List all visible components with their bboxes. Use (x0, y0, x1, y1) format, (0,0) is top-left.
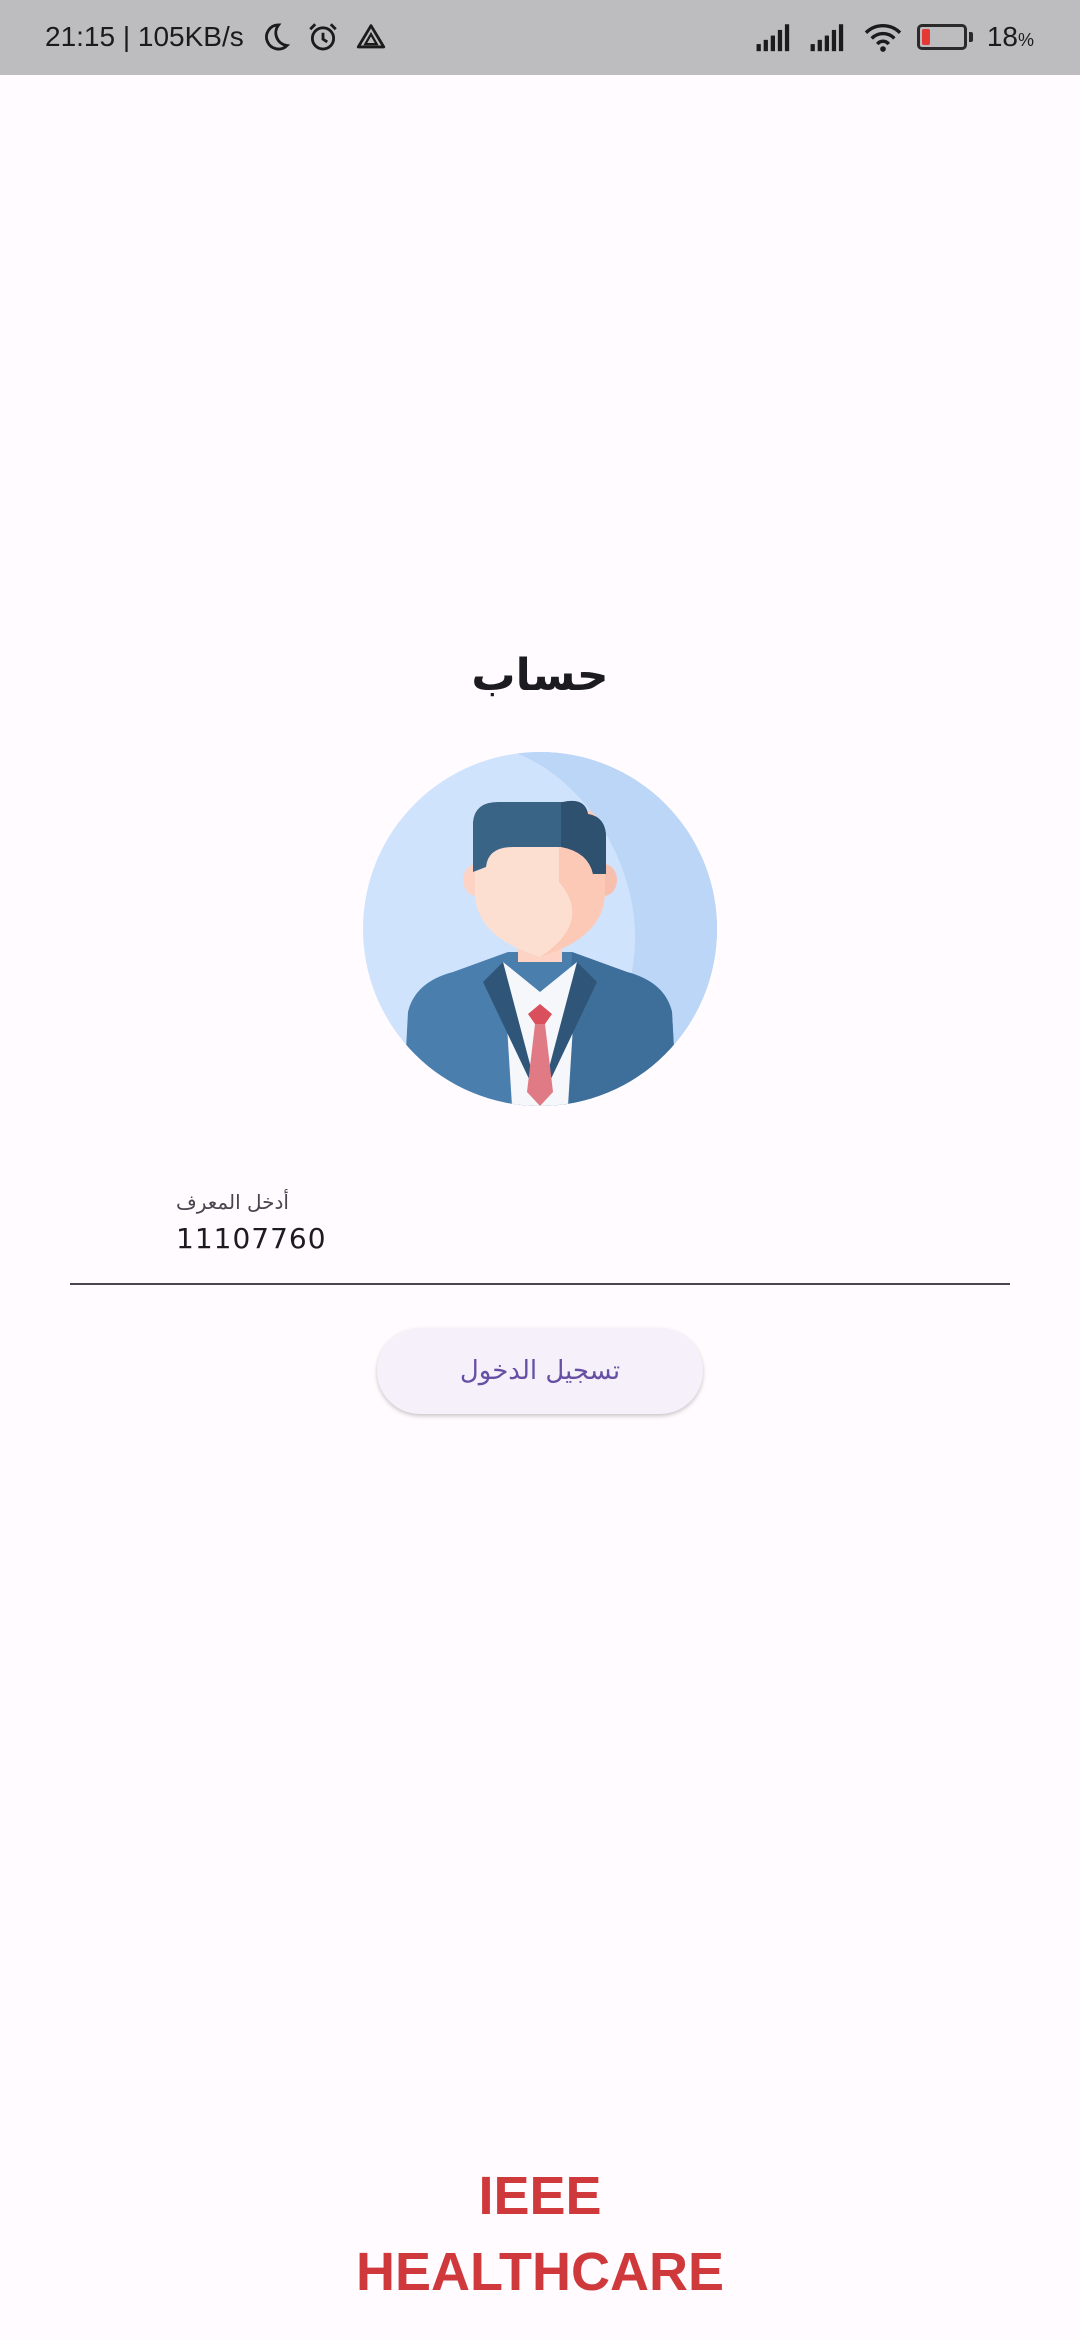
brand-line-1: IEEE (478, 2166, 602, 2226)
battery-percent-value: 18 (986, 21, 1018, 52)
brand-logo: IEEE HEALTHCARE (0, 2158, 1080, 2310)
status-bar: 21:15 | 105KB/s 18% (0, 0, 1080, 75)
signal-icon (756, 24, 789, 52)
brand-line-2: HEALTHCARE (356, 2242, 724, 2302)
user-avatar-icon (363, 752, 717, 1106)
battery-level (921, 29, 930, 45)
drive-icon (356, 24, 385, 49)
id-input-container[interactable]: أدخل المعرف (70, 1180, 1010, 1285)
battery-nub (968, 32, 973, 42)
id-input-label: أدخل المعرف (176, 1190, 289, 1214)
id-input[interactable] (176, 1222, 976, 1255)
alarm-icon (308, 23, 337, 51)
status-time-speed: 21:15 | 105KB/s (45, 21, 244, 52)
signal-icon (810, 24, 843, 52)
battery-body (916, 24, 967, 50)
page-title: حساب (471, 650, 609, 701)
login-button[interactable]: تسجيل الدخول (377, 1328, 703, 1414)
status-left: 21:15 | 105KB/s (45, 20, 388, 54)
battery-percent-unit: % (1017, 30, 1034, 50)
status-right: 18% (755, 20, 1034, 54)
wifi-icon (864, 24, 902, 52)
battery-icon (916, 24, 973, 50)
battery-percent: 18% (987, 21, 1034, 53)
moon-icon (264, 23, 290, 51)
